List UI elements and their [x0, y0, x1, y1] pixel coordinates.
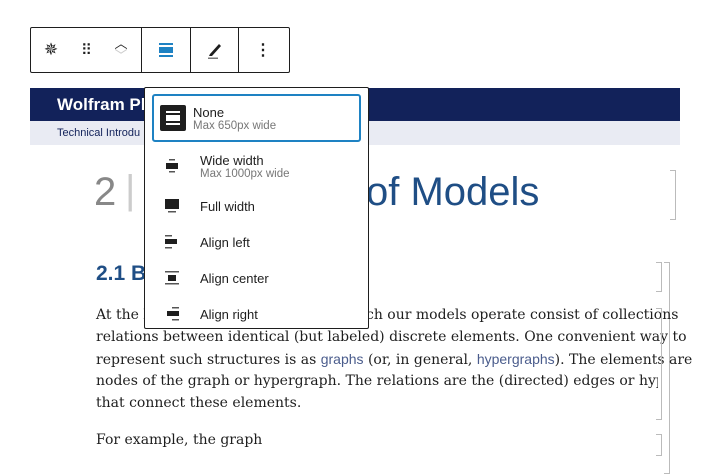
option-description: Max 650px wide	[193, 119, 277, 132]
section-heading: 2.1 B	[96, 262, 147, 285]
block-toolbar: ✵ ⠿ ︿ ﹀ ⋮	[30, 27, 290, 73]
block-bracket	[656, 434, 662, 456]
align-wide-icon	[160, 154, 184, 178]
option-label: None	[193, 104, 225, 120]
option-label: Align right	[200, 306, 258, 322]
move-buttons[interactable]: ︿ ﹀	[101, 28, 141, 72]
option-label: Align left	[200, 234, 250, 250]
align-left-icon	[160, 230, 184, 254]
toolbar-group-block: ✵ ⠿ ︿ ﹀	[31, 28, 142, 72]
paragraph-line: nodes of the graph or hypergraph. The re…	[96, 373, 658, 389]
align-button[interactable]	[142, 28, 190, 72]
alignment-dropdown: None Max 650px wide Wide width Max 1000px …	[144, 87, 369, 329]
option-label: Align center	[200, 270, 269, 286]
group-bracket	[664, 262, 670, 474]
graphs-link[interactable]: graphs	[321, 351, 364, 367]
paragraph-line: At the l	[96, 307, 148, 323]
toolbar-group-edit	[191, 28, 239, 72]
chevron-down-icon[interactable]: ﹀	[114, 49, 127, 62]
more-vertical-icon: ⋮	[255, 42, 271, 59]
text: ). The elements are	[554, 352, 693, 368]
chapter-separator: |	[125, 168, 136, 212]
page-title: of Models	[366, 170, 540, 214]
more-options-button[interactable]: ⋮	[239, 28, 287, 72]
paragraph-line: represent such structures is as graphs (…	[96, 351, 692, 368]
text: represent such structures is as	[96, 352, 321, 368]
drag-handle-button[interactable]: ⠿	[71, 28, 101, 72]
chapter-number: 2	[94, 170, 117, 214]
align-center-icon	[160, 266, 184, 290]
align-none-icon	[159, 43, 173, 57]
drag-handle-icon: ⠿	[81, 42, 92, 59]
align-none-icon	[160, 105, 186, 131]
align-option-full[interactable]: Full width	[152, 188, 361, 224]
align-right-icon	[160, 302, 184, 326]
hypergraphs-link[interactable]: hypergraphs	[477, 351, 555, 367]
option-description: Max 1000px wide	[200, 167, 290, 180]
wolfram-star-icon: ✵	[43, 40, 59, 59]
block-bracket	[656, 308, 662, 420]
align-option-left[interactable]: Align left	[152, 224, 361, 260]
option-label: Full width	[200, 198, 255, 214]
align-option-right[interactable]: Align right	[152, 296, 361, 332]
pencil-icon	[207, 44, 221, 59]
block-bracket	[656, 262, 662, 292]
toolbar-group-align	[142, 28, 191, 72]
block-type-button[interactable]: ✵	[31, 28, 71, 72]
text: (or, in general,	[363, 352, 477, 368]
paragraph: For example, the graph	[96, 432, 263, 448]
edit-button[interactable]	[191, 28, 238, 72]
toolbar-group-more: ⋮	[239, 28, 287, 72]
align-option-wide[interactable]: Wide width Max 1000px wide	[152, 144, 361, 188]
paragraph-line: ch our models operate consist of collect…	[366, 307, 679, 323]
option-label: Wide width	[200, 152, 264, 168]
align-option-center[interactable]: Align center	[152, 260, 361, 296]
paragraph-line: that connect these elements.	[96, 395, 302, 411]
align-option-none[interactable]: None Max 650px wide	[152, 94, 361, 142]
block-bracket	[670, 170, 676, 220]
align-full-icon	[160, 194, 184, 218]
